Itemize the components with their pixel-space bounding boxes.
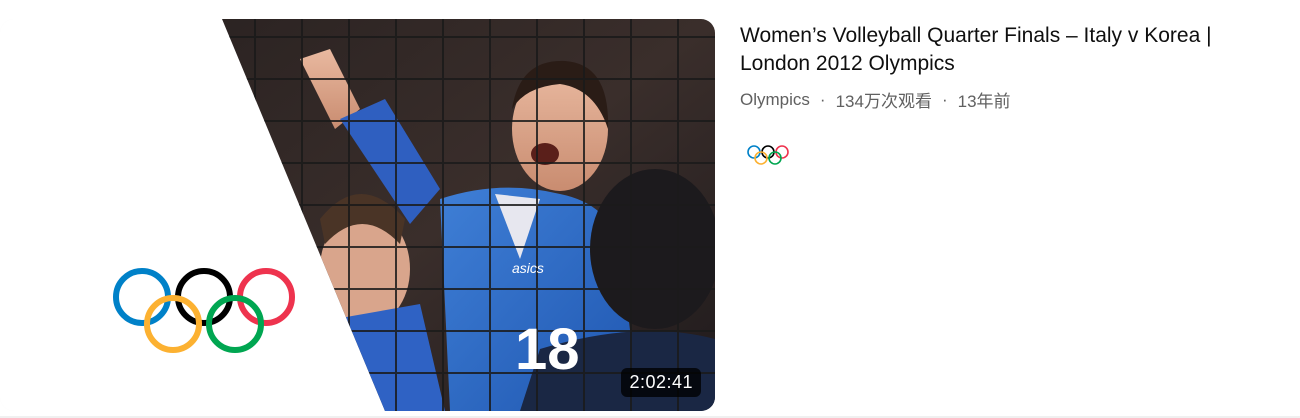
channel-name[interactable]: Olympics	[740, 90, 810, 110]
channel-avatar[interactable]	[744, 143, 792, 167]
duration-badge: 2:02:41	[621, 368, 701, 397]
video-card[interactable]: asics 18 2:02:41 Women’s Volleyball Quar…	[0, 0, 1300, 418]
upload-age: 13年前	[957, 92, 1011, 111]
video-info: Women’s Volleyball Quarter Finals – Ital…	[740, 22, 1285, 112]
thumbnail-image: asics 18	[0, 19, 715, 411]
video-title-line2: London 2012 Olympics	[740, 52, 955, 75]
jersey-number: 18	[515, 317, 580, 382]
jersey-brand: asics	[512, 260, 544, 276]
video-thumbnail[interactable]: asics 18 2:02:41	[0, 19, 715, 411]
video-title[interactable]: Women’s Volleyball Quarter Finals – Ital…	[740, 22, 1285, 78]
meta-separator: ·	[819, 89, 826, 109]
video-title-line1: Women’s Volleyball Quarter Finals – Ital…	[740, 24, 1212, 47]
meta-separator: ·	[941, 89, 948, 109]
olympic-rings-icon	[747, 145, 789, 165]
view-count: 134万次观看	[835, 92, 932, 111]
video-meta: Olympics · 134万次观看 · 13年前	[740, 87, 1285, 112]
